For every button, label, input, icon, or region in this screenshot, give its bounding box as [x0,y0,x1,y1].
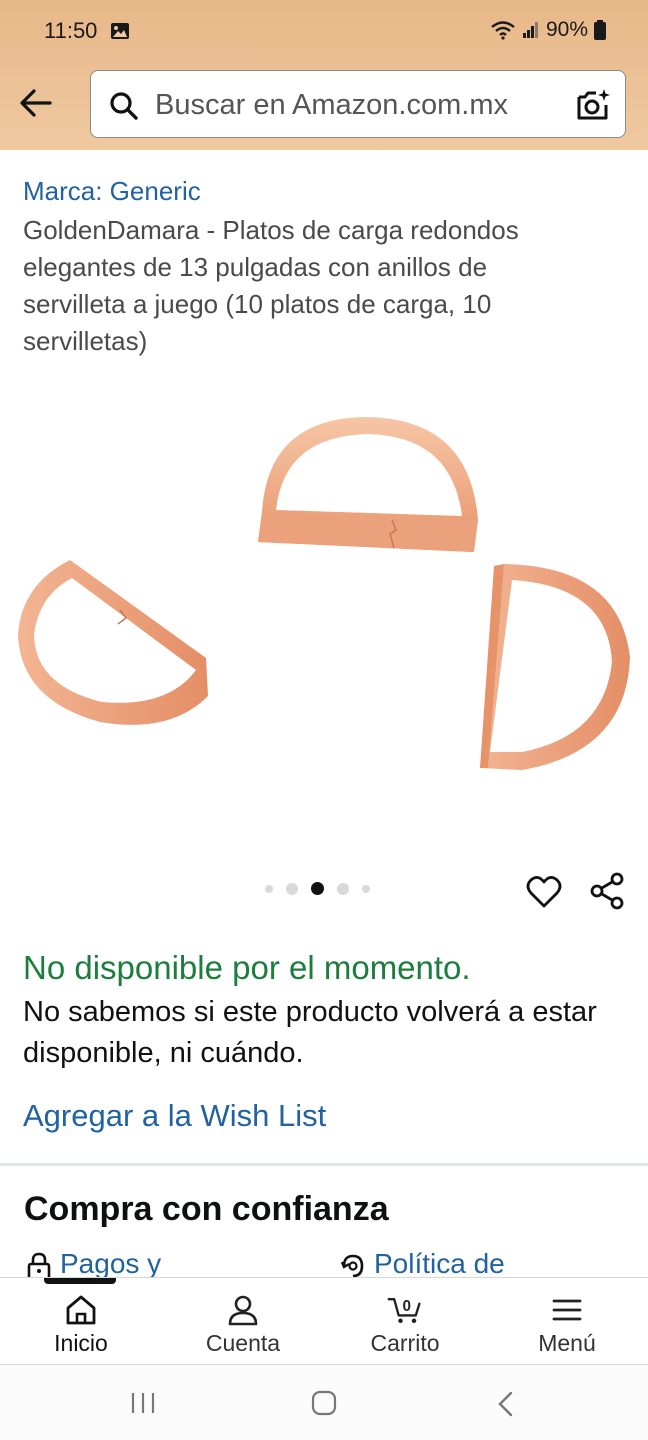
return-policy-icon [340,1254,364,1278]
cart-icon: 0 [387,1298,421,1324]
carousel-dot-active[interactable] [311,882,324,895]
battery-icon [594,20,606,40]
tab-label: Carrito [370,1330,440,1356]
trust-section-heading: Compra con confianza [24,1190,389,1228]
availability-status: No disponible por el momento. [23,949,471,986]
carousel-dot[interactable] [286,882,298,895]
camera-search-icon[interactable] [575,87,611,123]
menu-icon [552,1299,582,1321]
lock-icon [27,1252,51,1278]
share-icon[interactable] [589,872,625,910]
carousel-dot[interactable] [337,882,349,895]
search-icon [110,92,138,120]
signal-icon [522,22,538,38]
napkin-ring-right [480,564,630,770]
tab-label: Menú [538,1330,596,1356]
cart-count-badge: 0 [403,1298,412,1315]
battery-percent: 90% [545,18,588,41]
trust-item-label[interactable]: Pagos y [60,1248,161,1278]
recent-apps-icon[interactable] [130,1391,156,1415]
tab-label: Inicio [54,1330,108,1356]
heart-icon[interactable] [526,875,562,909]
tab-label: Cuenta [205,1330,281,1356]
section-divider [0,1163,648,1166]
back-arrow-icon[interactable] [16,86,56,120]
add-to-wishlist-link[interactable]: Agregar a la Wish List [23,1098,326,1134]
status-indicators: 90% [490,18,606,42]
app-header: 11:50 90% [0,0,648,150]
napkin-ring-left [18,560,208,725]
tab-menu[interactable]: Menú [486,1278,648,1366]
napkin-ring-top [258,417,478,552]
tab-cuenta[interactable]: Cuenta [162,1278,324,1366]
home-nav-icon[interactable] [310,1389,338,1417]
availability-note: No sabemos si este producto volverá a es… [23,996,597,1069]
home-icon [66,1295,96,1325]
image-carousel-dots[interactable] [265,882,370,895]
trust-items: Pagos y Política de [0,1248,648,1278]
tab-inicio[interactable]: Inicio [0,1278,162,1366]
trust-item-payments[interactable]: Pagos y [26,1248,161,1278]
wifi-icon [491,21,515,40]
bottom-tab-bar: Inicio Cuenta 0 Carrito Menú [0,1277,648,1365]
carousel-dot[interactable] [362,884,370,893]
search-bar[interactable] [90,70,626,138]
trust-item-returns[interactable]: Política de [340,1248,505,1278]
brand-link[interactable]: Marca: Generic [23,176,201,207]
image-notification-icon [111,23,129,39]
tab-carrito[interactable]: 0 Carrito [324,1278,486,1366]
system-navigation-bar [0,1365,648,1440]
status-time: 11:50 [44,18,98,43]
carousel-dot[interactable] [265,884,273,893]
trust-item-label[interactable]: Política de [374,1248,505,1278]
back-nav-icon[interactable] [496,1391,516,1417]
product-image[interactable] [0,380,648,800]
product-title: GoldenDamara - Platos de carga redondos … [23,215,519,356]
account-icon [228,1295,258,1326]
search-input[interactable] [155,85,565,125]
